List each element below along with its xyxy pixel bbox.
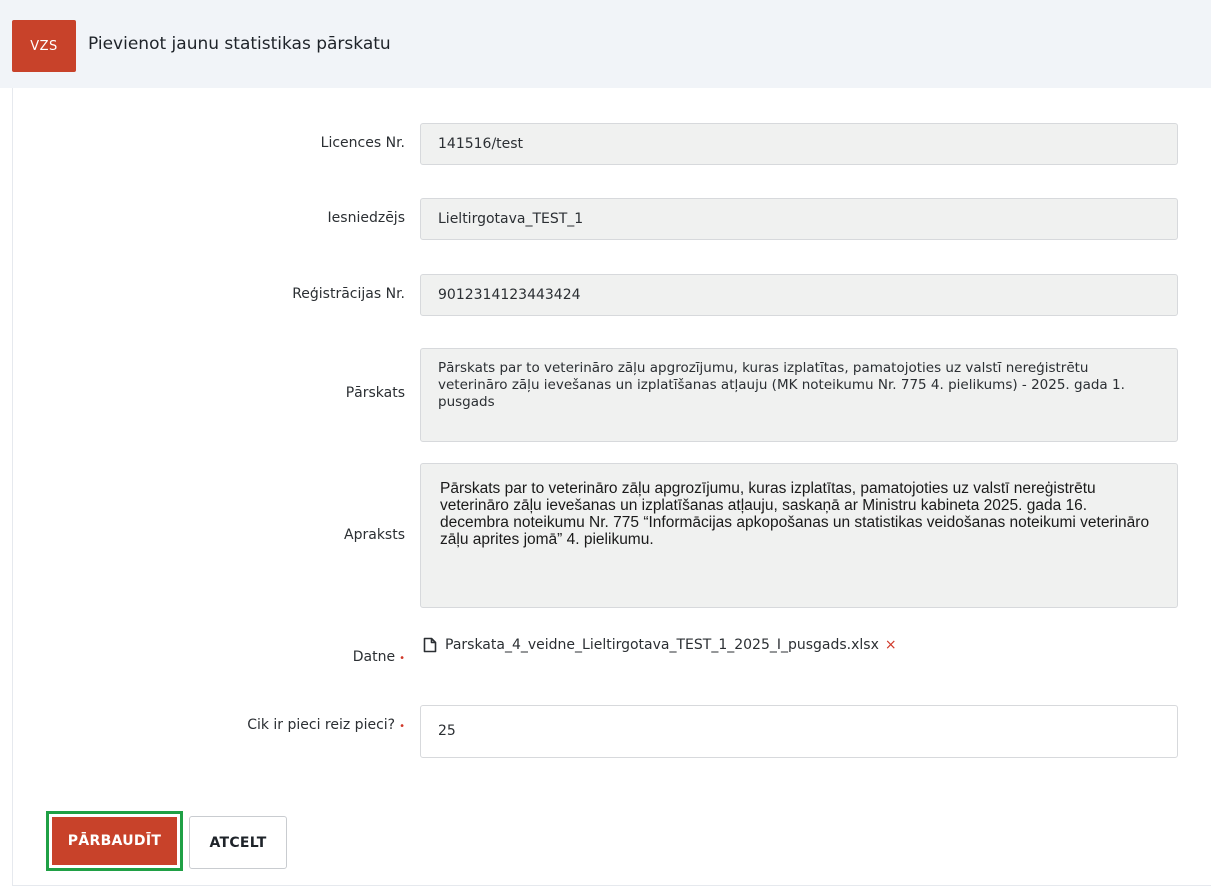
file-icon (423, 637, 437, 653)
check-button[interactable]: PĀRBAUDĪT (52, 817, 177, 865)
licence-field: 141516/test (420, 123, 1178, 165)
check-button-focus-ring: PĀRBAUDĪT (46, 811, 183, 871)
licence-label: Licences Nr. (320, 135, 405, 151)
captcha-label: Cik ir pieci reiz pieci? • (247, 717, 405, 733)
page-title: Pievienot jaunu statistikas pārskatu (88, 34, 391, 54)
remove-file-icon[interactable]: × (885, 637, 897, 653)
registration-label: Reģistrācijas Nr. (292, 286, 405, 302)
form-card: Licences Nr. 141516/test Iesniedzējs Lie… (12, 88, 1211, 886)
description-field: Pārskats par to veterināro zāļu apgrozīj… (420, 463, 1178, 608)
required-marker: • (399, 653, 405, 664)
submitter-field: Lieltirgotava_TEST_1 (420, 198, 1178, 240)
cancel-button[interactable]: ATCELT (189, 816, 287, 869)
page-header: VZS Pievienot jaunu statistikas pārskatu (0, 0, 1211, 88)
required-marker: • (399, 721, 405, 732)
report-label: Pārskats (345, 385, 405, 401)
description-label: Apraksts (344, 527, 405, 543)
file-label: Datne • (353, 649, 405, 665)
registration-field: 9012314123443424 (420, 274, 1178, 316)
file-label-text: Datne (352, 649, 396, 665)
captcha-label-text: Cik ir pieci reiz pieci? (247, 717, 396, 733)
file-name[interactable]: Parskata_4_veidne_Lieltirgotava_TEST_1_2… (445, 637, 879, 653)
captcha-input[interactable]: 25 (420, 705, 1178, 758)
vzs-logo[interactable]: VZS (12, 20, 76, 72)
submitter-label: Iesniedzējs (327, 210, 405, 226)
attached-file: Parskata_4_veidne_Lieltirgotava_TEST_1_2… (423, 637, 897, 653)
report-field: Pārskats par to veterināro zāļu apgrozīj… (420, 348, 1178, 442)
